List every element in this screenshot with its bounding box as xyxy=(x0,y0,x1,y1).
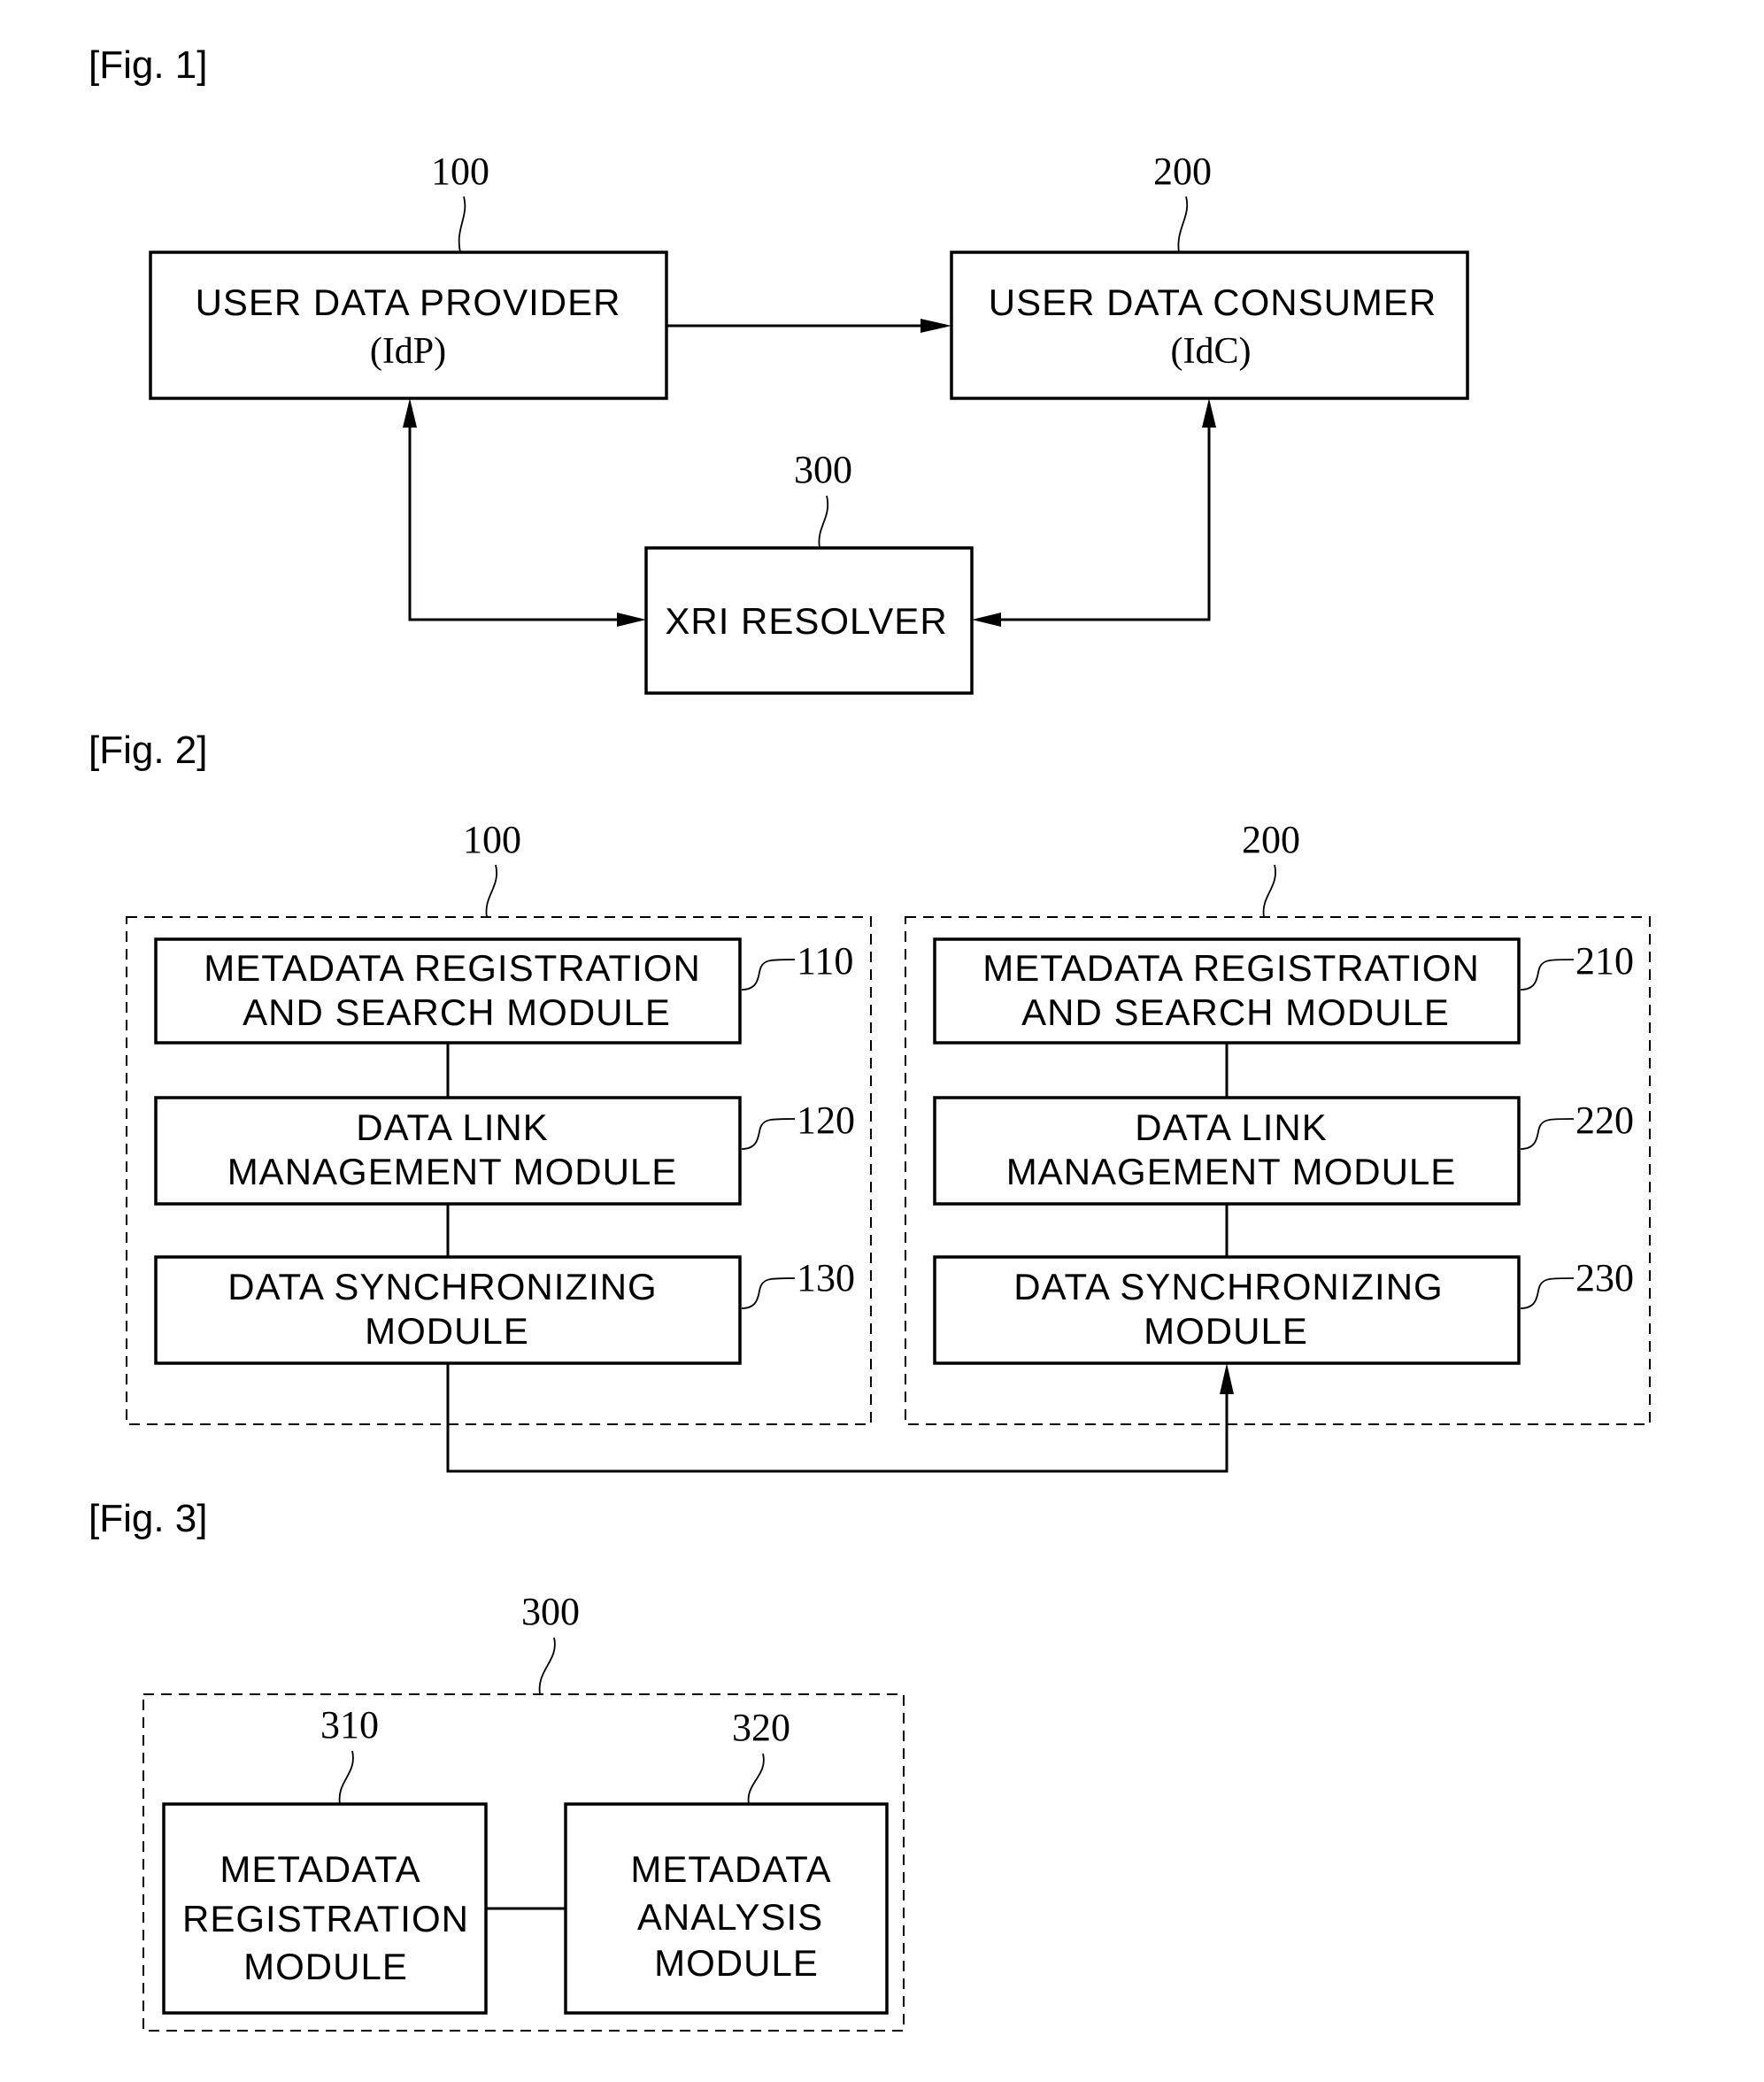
consumer-subtitle: (IdC) xyxy=(1171,331,1252,372)
sync-connector-line xyxy=(446,1363,1229,1473)
leader-line xyxy=(1262,864,1276,918)
module-130-line1: DATA SYNCHRONIZING xyxy=(227,1266,657,1307)
arrow-up-icon xyxy=(403,398,417,428)
ref-300: 300 xyxy=(794,448,852,491)
module-310-line2: REGISTRATION xyxy=(182,1898,469,1939)
ref-300: 300 xyxy=(521,1590,580,1633)
arrow-right-icon xyxy=(921,319,951,333)
module-320-line1: METADATA xyxy=(630,1848,831,1890)
xri-resolver-block: 300 XRI RESOLVER xyxy=(644,448,974,695)
ref-200: 200 xyxy=(1242,818,1300,861)
module-220-line1: DATA LINK xyxy=(1135,1107,1328,1148)
leader-line xyxy=(1520,1118,1575,1150)
user-data-consumer-block: 200 USER DATA CONSUMER (IdC) xyxy=(950,150,1469,400)
figure-1: [Fig. 1] 100 USER DATA PROVIDER (IdP) 20… xyxy=(89,43,1469,695)
module-210-line1: METADATA REGISTRATION xyxy=(982,947,1480,989)
ref-100: 100 xyxy=(463,818,521,861)
provider-title: USER DATA PROVIDER xyxy=(196,281,621,323)
leader-line xyxy=(538,1637,556,1695)
ref-200: 200 xyxy=(1153,150,1212,193)
consumer-title: USER DATA CONSUMER xyxy=(989,281,1437,323)
consumer-resolver-line xyxy=(992,420,1211,621)
figure-3-label: [Fig. 3] xyxy=(89,1497,208,1540)
module-310-line3: MODULE xyxy=(243,1946,408,1987)
user-data-provider-block: 100 USER DATA PROVIDER (IdP) xyxy=(149,150,668,400)
group-100: 100 METADATA REGISTRATION AND SEARCH MOD… xyxy=(126,818,872,1425)
leader-line xyxy=(741,1118,796,1150)
module-310-line1: METADATA xyxy=(220,1848,420,1890)
module-320: 320 METADATA ANALYSIS MODULE xyxy=(564,1706,889,2015)
ref-110: 110 xyxy=(797,939,853,983)
ref-130: 130 xyxy=(797,1256,855,1299)
ref-210: 210 xyxy=(1575,939,1634,983)
consumer-box xyxy=(950,251,1469,400)
arrow-up-icon xyxy=(1202,398,1216,428)
figure-1-label: [Fig. 1] xyxy=(89,43,208,87)
figure-3: [Fig. 3] 300 310 METADATA REGISTRATION M… xyxy=(89,1497,905,2032)
module-230-line2: MODULE xyxy=(1144,1310,1308,1352)
resolver-title: XRI RESOLVER xyxy=(665,600,947,642)
module-130-line2: MODULE xyxy=(365,1310,529,1352)
ref-120: 120 xyxy=(797,1099,855,1142)
leader-line xyxy=(747,1753,765,1805)
leader-line xyxy=(741,1277,796,1309)
provider-box xyxy=(149,251,668,400)
group-200: 200 METADATA REGISTRATION AND SEARCH MOD… xyxy=(905,818,1651,1425)
ref-100: 100 xyxy=(431,150,489,193)
leader-line xyxy=(1520,1277,1575,1309)
module-230-line1: DATA SYNCHRONIZING xyxy=(1013,1266,1443,1307)
leader-line xyxy=(485,864,498,918)
module-120-line1: DATA LINK xyxy=(356,1107,549,1148)
figure-2: [Fig. 2] 100 METADATA REGISTRATION AND S… xyxy=(89,729,1651,1473)
leader-line xyxy=(741,959,796,991)
arrow-up-icon xyxy=(1220,1363,1234,1394)
patent-figures: [Fig. 1] 100 USER DATA PROVIDER (IdP) 20… xyxy=(89,43,1651,2032)
leader-line xyxy=(458,196,466,253)
module-210-line2: AND SEARCH MODULE xyxy=(1021,991,1450,1033)
provider-resolver-line xyxy=(408,420,626,621)
ref-220: 220 xyxy=(1575,1099,1634,1142)
leader-line xyxy=(818,495,829,549)
module-220-line2: MANAGEMENT MODULE xyxy=(1006,1151,1457,1192)
leader-line xyxy=(1520,959,1575,991)
arrow-left-icon xyxy=(972,613,1001,627)
figure-2-label: [Fig. 2] xyxy=(89,729,208,772)
module-110-line2: AND SEARCH MODULE xyxy=(243,991,671,1033)
leader-line xyxy=(338,1750,354,1805)
module-320-line3: MODULE xyxy=(654,1942,819,1984)
module-310: 310 METADATA REGISTRATION MODULE xyxy=(162,1703,488,2015)
ref-230: 230 xyxy=(1575,1256,1634,1299)
ref-320: 320 xyxy=(732,1706,790,1749)
ref-310: 310 xyxy=(320,1703,379,1747)
module-120-line2: MANAGEMENT MODULE xyxy=(227,1151,678,1192)
module-110-line1: METADATA REGISTRATION xyxy=(204,947,701,989)
arrow-right-icon xyxy=(617,613,646,627)
module-320-line2: ANALYSIS xyxy=(637,1896,823,1938)
provider-subtitle: (IdP) xyxy=(370,331,446,372)
leader-line xyxy=(1177,196,1189,253)
